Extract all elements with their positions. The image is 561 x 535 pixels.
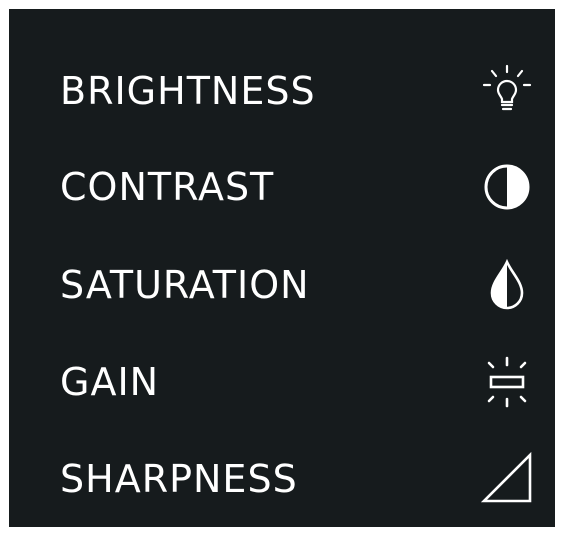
gain-icon [479, 354, 535, 410]
sharpness-icon [479, 451, 535, 507]
setting-row-brightness[interactable]: BRIGHTNESS [9, 61, 555, 121]
contrast-icon [479, 159, 535, 215]
saturation-drop-icon [479, 257, 535, 313]
setting-label-contrast: CONTRAST [60, 165, 275, 209]
setting-label-sharpness: SHARPNESS [60, 457, 298, 501]
setting-row-gain[interactable]: GAIN [9, 352, 555, 412]
lightbulb-icon [479, 63, 535, 119]
setting-row-sharpness[interactable]: SHARPNESS [9, 449, 555, 509]
setting-row-saturation[interactable]: SATURATION [9, 255, 555, 315]
setting-label-brightness: BRIGHTNESS [60, 69, 316, 113]
setting-label-gain: GAIN [60, 360, 160, 404]
setting-row-contrast[interactable]: CONTRAST [9, 157, 555, 217]
setting-label-saturation: SATURATION [60, 263, 310, 307]
image-settings-panel: BRIGHTNESS CONTRAST SATURATION GAIN SHAR… [9, 9, 555, 527]
